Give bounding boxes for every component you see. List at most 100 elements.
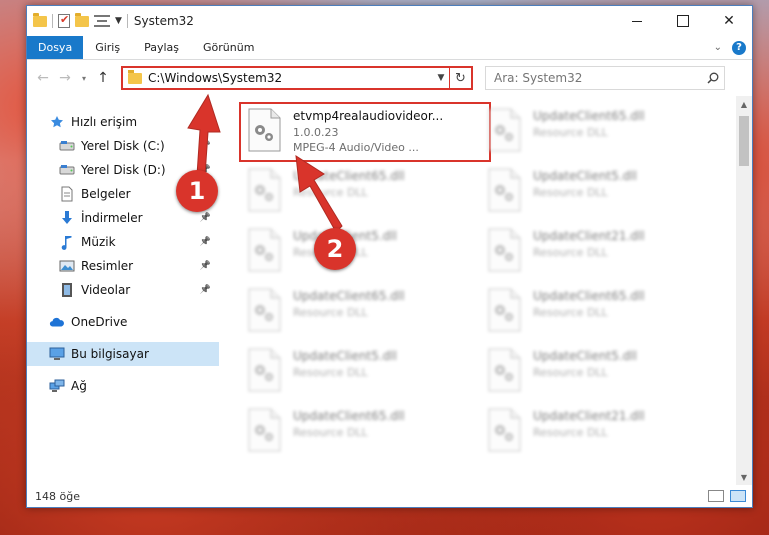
file-name: UpdateClient21.dll [533,409,645,423]
properties-check-icon[interactable] [58,13,70,28]
file-name: UpdateClient65.dll [293,169,405,183]
tab-giris[interactable]: Giriş [83,36,132,59]
step-2-badge: 2 [314,228,356,270]
file-item[interactable]: UpdateClient5.dllResource DLL [245,348,485,396]
maximize-button[interactable] [660,6,706,36]
window-controls: ✕ [614,6,752,36]
file-detail: Resource DLL [293,426,368,439]
scrollbar-thumb[interactable] [739,116,749,166]
file-name: UpdateClient5.dll [533,169,637,183]
file-meta: UpdateClient21.dll Resource DLL [533,228,645,259]
address-bar[interactable]: C:\Windows\System32 ▼ ↻ [121,66,473,90]
pin-icon[interactable]: 📌 [200,141,211,151]
file-name: etvmp4realaudiovideor... [293,109,444,123]
drive-icon [59,162,75,178]
file-item[interactable]: UpdateClient5.dllResource DLL [245,228,485,276]
file-item[interactable]: UpdateClient65.dll Resource DLL [245,408,485,456]
details-view-icon[interactable] [708,490,724,502]
sidebar-item-müzik[interactable]: Müzik 📌 [27,230,219,254]
refresh-button[interactable]: ↻ [449,68,471,88]
title-bar: ▼ System32 ✕ [27,6,752,36]
sidebar-item-resimler[interactable]: Resimler 📌 [27,254,219,278]
up-button[interactable]: ↑ [93,70,113,86]
file-item[interactable]: UpdateClient65.dll Resource DLL [485,288,725,336]
file-meta: UpdateClient65.dll Resource DLL [293,168,405,199]
file-detail: Resource DLL [533,366,608,379]
sidebar-item-bu-bilgisayar[interactable]: Bu bilgisayar [27,342,219,366]
customize-icon[interactable] [94,15,110,27]
file-item[interactable]: UpdateClient5.dll Resource DLL [485,348,725,396]
dll-file-icon [485,408,525,452]
folder-icon [128,69,142,84]
sidebar-item-label: Yerel Disk (C:) [81,139,165,153]
file-item[interactable]: UpdateClient5.dllResource DLL [485,168,725,216]
dll-file-icon [485,168,525,212]
pin-icon[interactable]: 📌 [200,261,211,271]
main-area: Hızlı erişim Yerel Disk (C:) 📌 Yerel Disk (… [27,96,752,485]
pin-icon[interactable]: 📌 [200,237,211,247]
file-explorer-window: ▼ System32 ✕ Dosya Giriş Paylaş Görünüm … [26,5,753,508]
sidebar-item-videolar[interactable]: Videolar 📌 [27,278,219,302]
navigation-bar: ← → ▾ ↑ C:\Windows\System32 ▼ ↻ [27,60,752,96]
file-item[interactable]: UpdateClient21.dll Resource DLL [485,408,725,456]
file-meta: UpdateClient65.dll Resource DLL [293,408,405,439]
new-folder-icon[interactable] [75,12,89,27]
search-input[interactable] [494,71,702,85]
file-name: UpdateClient65.dll [293,289,405,303]
scroll-down-arrow[interactable]: ▼ [736,469,752,485]
scroll-up-arrow[interactable]: ▲ [736,96,752,112]
file-description: MPEG-4 Audio/Video ... [293,141,419,154]
navigation-pane: Hızlı erişim Yerel Disk (C:) 📌 Yerel Disk (… [27,96,219,485]
search-icon[interactable] [702,68,724,88]
tab-dosya[interactable]: Dosya [27,36,84,59]
computer-icon [49,346,65,362]
file-item[interactable]: UpdateClient65.dll Resource DLL [245,288,485,336]
file-meta: UpdateClient5.dll Resource DLL [533,168,637,199]
forward-button[interactable]: → [55,70,75,86]
file-item[interactable]: etvmp4realaudiovideor... 1.0.0.23 MPEG-4 A… [239,102,491,162]
file-name: UpdateClient5.dll [533,349,637,363]
file-detail: Resource DLL [533,246,608,259]
sidebar-item-yerel-disk-c-[interactable]: Yerel Disk (C:) 📌 [27,134,219,158]
expand-ribbon-icon[interactable]: ⌄ [714,42,722,53]
sidebar-item-label: Bu bilgisayar [71,347,149,361]
file-meta: UpdateClient65.dll Resource DLL [533,288,645,319]
video-icon [59,282,75,298]
vertical-scrollbar[interactable]: ▲ ▼ [736,96,752,485]
tab-paylas[interactable]: Paylaş [132,36,191,59]
sidebar-item-onedrive[interactable]: OneDrive [27,310,219,334]
music-icon [59,234,75,250]
file-item[interactable]: UpdateClient65.dll Resource DLL [245,168,485,216]
close-button[interactable]: ✕ [706,6,752,36]
pin-icon[interactable]: 📌 [200,213,211,223]
back-button[interactable]: ← [33,70,53,86]
sidebar-item-hızlı-erişim[interactable]: Hızlı erişim [27,110,219,134]
chevron-down-icon[interactable]: ▼ [115,16,122,26]
separator [52,14,53,28]
address-path[interactable]: C:\Windows\System32 [148,71,433,85]
file-meta: UpdateClient5.dll Resource DLL [293,348,397,379]
recent-locations-dropdown[interactable]: ▾ [77,74,91,83]
sidebar-item-label: Ağ [71,379,87,393]
file-item[interactable]: UpdateClient21.dll Resource DLL [485,228,725,276]
address-dropdown-icon[interactable]: ▼ [433,73,449,83]
file-meta: UpdateClient65.dll Resource DLL [533,108,645,139]
help-icon[interactable]: ? [732,40,746,55]
sidebar-item-label: OneDrive [71,315,128,329]
sidebar-item-label: Hızlı erişim [71,115,138,129]
cloud-icon [49,314,65,330]
pin-icon[interactable]: 📌 [200,285,211,295]
tab-gorunum[interactable]: Görünüm [191,36,266,59]
dll-file-icon [485,228,525,272]
view-buttons [708,490,752,502]
minimize-button[interactable] [614,6,660,36]
search-box[interactable] [485,66,725,90]
file-item[interactable]: UpdateClient65.dll Resource DLL [485,108,725,156]
download-icon [59,210,75,226]
large-icons-view-icon[interactable] [730,490,746,502]
sidebar-item-ağ[interactable]: Ağ [27,374,219,398]
folder-icon[interactable] [33,12,47,27]
dll-file-icon [245,168,285,212]
